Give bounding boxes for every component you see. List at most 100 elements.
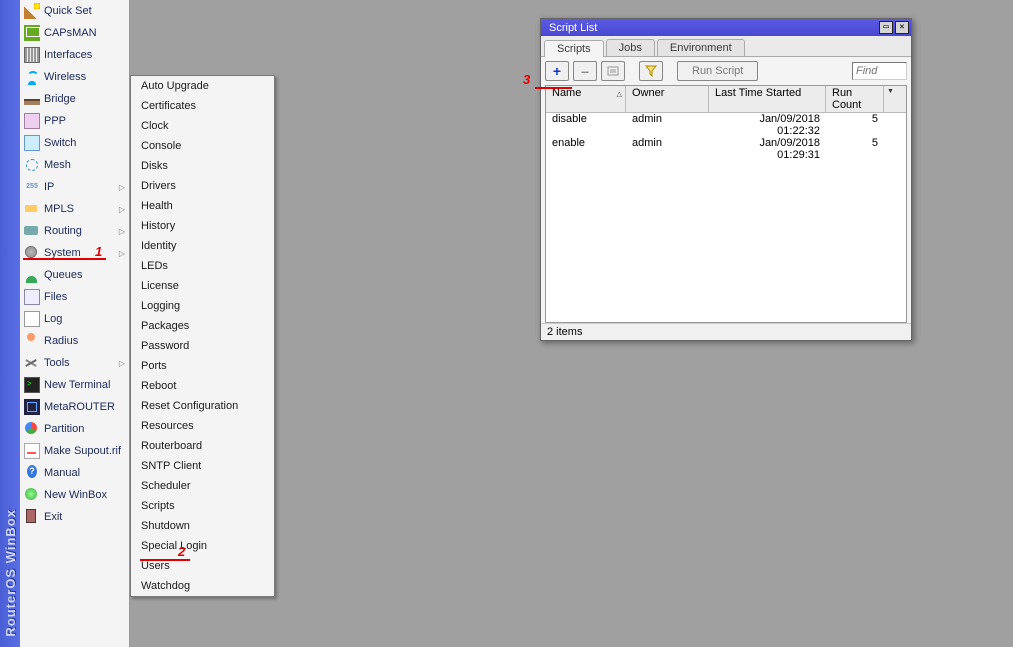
submenu-item-console[interactable]: Console [131,136,274,156]
submenu-item-health[interactable]: Health [131,196,274,216]
submenu-item-history[interactable]: History [131,216,274,236]
filter-button[interactable] [639,61,663,81]
sidebar-item-metarouter[interactable]: MetaROUTER [20,396,129,418]
sys-icon [24,245,40,261]
cell-last: Jan/09/2018 01:22:32 [709,113,826,137]
sidebar-item-label: Switch [44,137,125,149]
log-icon [24,311,40,327]
sidebar-item-label: CAPsMAN [44,27,125,39]
submenu-item-reboot[interactable]: Reboot [131,376,274,396]
switch-icon [24,135,40,151]
sidebar-item-routing[interactable]: Routing▷ [20,220,129,242]
submenu-item-password[interactable]: Password [131,336,274,356]
mesh-icon [24,157,40,173]
cell-name: enable [546,137,626,161]
cell-name: disable [546,113,626,137]
add-button[interactable]: + [545,61,569,81]
sidebar-item-queues[interactable]: Queues [20,264,129,286]
chevron-right-icon: ▷ [119,227,125,236]
sidebar-item-mpls[interactable]: MPLS▷ [20,198,129,220]
sidebar-item-capsman[interactable]: CAPsMAN [20,22,129,44]
submenu-item-disks[interactable]: Disks [131,156,274,176]
sidebar-item-label: Queues [44,269,125,281]
sidebar-item-radius[interactable]: Radius [20,330,129,352]
col-name[interactable]: Name△ [546,86,626,112]
submenu-item-watchdog[interactable]: Watchdog [131,576,274,596]
sidebar-item-ppp[interactable]: PPP [20,110,129,132]
sidebar-item-quick-set[interactable]: Quick Set [20,0,129,22]
sidebar-item-label: Exit [44,511,125,523]
radius-icon [24,333,40,349]
tab-environment[interactable]: Environment [657,39,745,56]
submenu-item-scripts[interactable]: Scripts [131,496,274,516]
sidebar-item-system[interactable]: System▷ [20,242,129,264]
submenu-item-clock[interactable]: Clock [131,116,274,136]
sidebar-item-label: PPP [44,115,125,127]
submenu-item-auto-upgrade[interactable]: Auto Upgrade [131,76,274,96]
submenu-item-drivers[interactable]: Drivers [131,176,274,196]
chevron-right-icon: ▷ [119,183,125,192]
submenu-item-certificates[interactable]: Certificates [131,96,274,116]
sidebar-item-ip[interactable]: 255IP▷ [20,176,129,198]
submenu-item-scheduler[interactable]: Scheduler [131,476,274,496]
bridge-icon [24,91,40,107]
sidebar-item-label: System [44,247,119,259]
table-row[interactable]: enableadminJan/09/2018 01:29:315 [546,137,906,161]
titlebar[interactable]: Script List ▭ ✕ [541,19,911,36]
sidebar-item-files[interactable]: Files [20,286,129,308]
minimize-button[interactable]: ▭ [879,21,893,34]
man-icon [24,465,40,481]
submenu-item-routerboard[interactable]: Routerboard [131,436,274,456]
meta-icon [24,399,40,415]
sidebar-item-mesh[interactable]: Mesh [20,154,129,176]
submenu-item-identity[interactable]: Identity [131,236,274,256]
submenu-item-shutdown[interactable]: Shutdown [131,516,274,536]
grid-rows: disableadminJan/09/2018 01:22:325enablea… [546,113,906,322]
part-icon [24,421,40,437]
sidebar-item-label: Radius [44,335,125,347]
brand-strip: RouterOS WinBox [0,0,20,647]
submenu-item-logging[interactable]: Logging [131,296,274,316]
col-last-time[interactable]: Last Time Started [709,86,826,112]
submenu-item-special-login[interactable]: Special Login [131,536,274,556]
sidebar-item-interfaces[interactable]: Interfaces [20,44,129,66]
close-button[interactable]: ✕ [895,21,909,34]
find-input[interactable] [852,62,907,80]
col-owner[interactable]: Owner [626,86,709,112]
run-script-button[interactable]: Run Script [677,61,758,81]
cell-owner: admin [626,137,709,161]
submenu-item-ports[interactable]: Ports [131,356,274,376]
tab-scripts[interactable]: Scripts [544,40,604,57]
sidebar-item-partition[interactable]: Partition [20,418,129,440]
sidebar-item-exit[interactable]: Exit [20,506,129,528]
sidebar-item-make-supout-rif[interactable]: Make Supout.rif [20,440,129,462]
sidebar-item-new-terminal[interactable]: New Terminal [20,374,129,396]
sidebar-item-tools[interactable]: Tools▷ [20,352,129,374]
sidebar-item-bridge[interactable]: Bridge [20,88,129,110]
chevron-right-icon: ▷ [119,249,125,258]
submenu-item-reset-configuration[interactable]: Reset Configuration [131,396,274,416]
remove-button[interactable]: – [573,61,597,81]
table-row[interactable]: disableadminJan/09/2018 01:22:325 [546,113,906,137]
submenu-item-resources[interactable]: Resources [131,416,274,436]
submenu-item-users[interactable]: Users [131,556,274,576]
sidebar-item-label: New WinBox [44,489,125,501]
sidebar-item-log[interactable]: Log [20,308,129,330]
sidebar-item-label: New Terminal [44,379,125,391]
sidebar-item-new-winbox[interactable]: New WinBox [20,484,129,506]
sidebar-item-manual[interactable]: Manual [20,462,129,484]
columns-dropdown-icon[interactable]: ▼ [884,86,897,112]
sidebar-item-switch[interactable]: Switch [20,132,129,154]
comment-button[interactable] [601,61,625,81]
submenu-item-leds[interactable]: LEDs [131,256,274,276]
col-run-count[interactable]: Run Count [826,86,884,112]
sidebar-item-label: Interfaces [44,49,125,61]
submenu-item-sntp-client[interactable]: SNTP Client [131,456,274,476]
sort-icon: △ [617,90,622,98]
queue-icon [24,267,40,283]
tab-jobs[interactable]: Jobs [606,39,655,56]
sidebar-item-label: Quick Set [44,5,125,17]
sidebar-item-wireless[interactable]: Wireless [20,66,129,88]
submenu-item-license[interactable]: License [131,276,274,296]
submenu-item-packages[interactable]: Packages [131,316,274,336]
